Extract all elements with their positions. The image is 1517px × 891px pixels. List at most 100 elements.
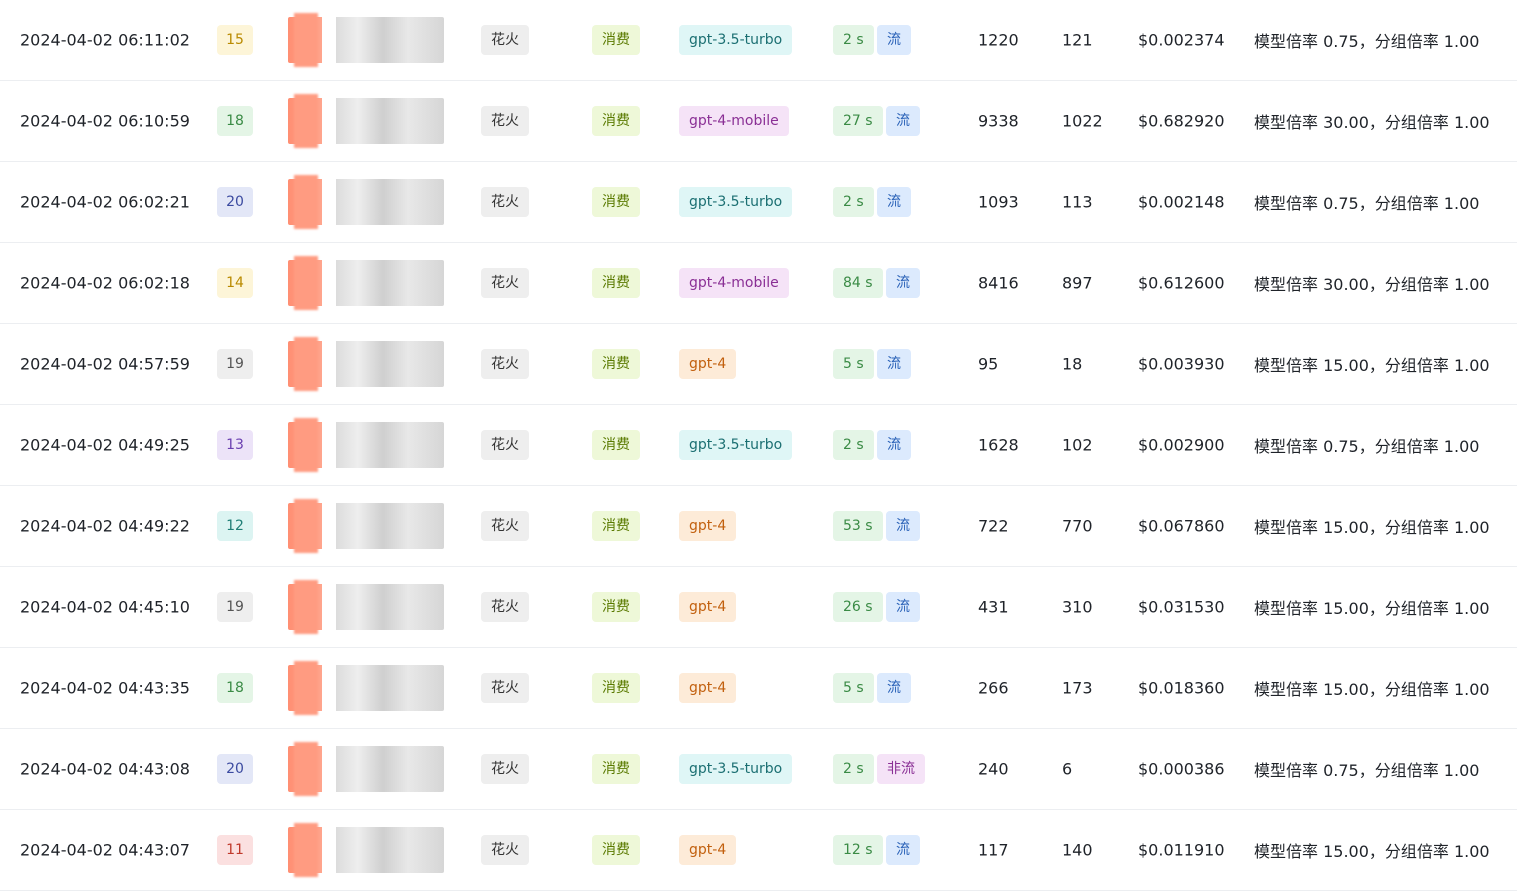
channel-tag: 花火 xyxy=(481,754,529,784)
table-row: 2024-04-02 04:45:10 19 花火 消费 gpt-4 26 s … xyxy=(0,567,1517,648)
user-id-badge: 18 xyxy=(217,673,253,703)
ratio-detail: 模型倍率 30.00，分组倍率 1.00 xyxy=(1254,113,1490,132)
table-row: 2024-04-02 06:02:21 20 花火 消费 gpt-3.5-tur… xyxy=(0,162,1517,243)
ratio-detail: 模型倍率 0.75，分组倍率 1.00 xyxy=(1254,437,1480,456)
log-time: 2024-04-02 04:49:25 xyxy=(20,435,190,455)
prompt-tokens: 117 xyxy=(978,840,1009,860)
duration-tag: 5 s xyxy=(833,349,874,379)
quota-cost: $0.002148 xyxy=(1138,192,1225,212)
completion-tokens: 173 xyxy=(1062,678,1093,698)
completion-tokens: 310 xyxy=(1062,597,1093,617)
log-type-tag: 消费 xyxy=(592,673,640,703)
channel-tag: 花火 xyxy=(481,592,529,622)
channel-tag: 花火 xyxy=(481,187,529,217)
log-time: 2024-04-02 04:43:08 xyxy=(20,759,190,779)
quota-cost: $0.067860 xyxy=(1138,516,1225,536)
user-id-badge: 15 xyxy=(217,25,253,55)
log-type-tag: 消费 xyxy=(592,349,640,379)
log-time: 2024-04-02 06:02:21 xyxy=(20,192,190,212)
duration-tag: 26 s xyxy=(833,592,883,622)
log-time: 2024-04-02 06:10:59 xyxy=(20,111,190,131)
log-time: 2024-04-02 06:11:02 xyxy=(20,30,190,50)
log-table: 2024-04-02 06:11:02 15 花火 消费 gpt-3.5-tur… xyxy=(0,0,1517,891)
table-row: 2024-04-02 04:49:22 12 花火 消费 gpt-4 53 s … xyxy=(0,486,1517,567)
completion-tokens: 18 xyxy=(1062,354,1083,374)
user-id-badge: 12 xyxy=(217,511,253,541)
stream-tag: 流 xyxy=(886,835,920,865)
model-tag: gpt-4 xyxy=(679,835,737,865)
table-row: 2024-04-02 06:02:18 14 花火 消费 gpt-4-mobil… xyxy=(0,243,1517,324)
prompt-tokens: 8416 xyxy=(978,273,1019,293)
model-tag: gpt-4 xyxy=(679,511,737,541)
log-time: 2024-04-02 06:02:18 xyxy=(20,273,190,293)
prompt-tokens: 95 xyxy=(978,354,999,374)
stream-tag: 流 xyxy=(877,673,911,703)
prompt-tokens: 722 xyxy=(978,516,1009,536)
completion-tokens: 121 xyxy=(1062,30,1093,50)
stream-tag: 流 xyxy=(877,187,911,217)
duration-tag: 53 s xyxy=(833,511,883,541)
log-type-tag: 消费 xyxy=(592,754,640,784)
completion-tokens: 102 xyxy=(1062,435,1093,455)
quota-cost: $0.018360 xyxy=(1138,678,1225,698)
redacted-token-name xyxy=(288,17,444,63)
stream-tag: 流 xyxy=(886,592,920,622)
duration-tag: 5 s xyxy=(833,673,874,703)
duration-tag: 12 s xyxy=(833,835,883,865)
quota-cost: $0.682920 xyxy=(1138,111,1225,131)
channel-tag: 花火 xyxy=(481,106,529,136)
ratio-detail: 模型倍率 0.75，分组倍率 1.00 xyxy=(1254,194,1480,213)
log-type-tag: 消费 xyxy=(592,430,640,460)
stream-tag: 非流 xyxy=(877,754,925,784)
log-type-tag: 消费 xyxy=(592,835,640,865)
redacted-token-name xyxy=(288,98,444,144)
log-time: 2024-04-02 04:43:07 xyxy=(20,840,190,860)
model-tag: gpt-4 xyxy=(679,349,737,379)
log-type-tag: 消费 xyxy=(592,106,640,136)
stream-tag: 流 xyxy=(877,430,911,460)
redacted-token-name xyxy=(288,503,444,549)
user-id-badge: 19 xyxy=(217,592,253,622)
ratio-detail: 模型倍率 15.00，分组倍率 1.00 xyxy=(1254,842,1490,861)
table-row: 2024-04-02 04:43:35 18 花火 消费 gpt-4 5 s 流… xyxy=(0,648,1517,729)
prompt-tokens: 1093 xyxy=(978,192,1019,212)
prompt-tokens: 9338 xyxy=(978,111,1019,131)
ratio-detail: 模型倍率 0.75，分组倍率 1.00 xyxy=(1254,761,1480,780)
prompt-tokens: 431 xyxy=(978,597,1009,617)
table-row: 2024-04-02 04:43:07 11 花火 消费 gpt-4 12 s … xyxy=(0,810,1517,891)
redacted-token-name xyxy=(288,584,444,630)
duration-tag: 2 s xyxy=(833,754,874,784)
quota-cost: $0.011910 xyxy=(1138,840,1225,860)
ratio-detail: 模型倍率 15.00，分组倍率 1.00 xyxy=(1254,680,1490,699)
stream-tag: 流 xyxy=(877,25,911,55)
duration-tag: 2 s xyxy=(833,25,874,55)
stream-tag: 流 xyxy=(877,349,911,379)
log-time: 2024-04-02 04:57:59 xyxy=(20,354,190,374)
channel-tag: 花火 xyxy=(481,511,529,541)
quota-cost: $0.000386 xyxy=(1138,759,1225,779)
stream-tag: 流 xyxy=(886,268,920,298)
duration-tag: 84 s xyxy=(833,268,883,298)
quota-cost: $0.002374 xyxy=(1138,30,1225,50)
model-tag: gpt-4 xyxy=(679,592,737,622)
user-id-badge: 19 xyxy=(217,349,253,379)
model-tag: gpt-4-mobile xyxy=(679,106,789,136)
ratio-detail: 模型倍率 30.00，分组倍率 1.00 xyxy=(1254,275,1490,294)
table-row: 2024-04-02 04:43:08 20 花火 消费 gpt-3.5-tur… xyxy=(0,729,1517,810)
user-id-badge: 14 xyxy=(217,268,253,298)
duration-tag: 2 s xyxy=(833,430,874,460)
model-tag: gpt-3.5-turbo xyxy=(679,187,793,217)
model-tag: gpt-4 xyxy=(679,673,737,703)
prompt-tokens: 1628 xyxy=(978,435,1019,455)
channel-tag: 花火 xyxy=(481,430,529,460)
redacted-token-name xyxy=(288,827,444,873)
model-tag: gpt-3.5-turbo xyxy=(679,430,793,460)
user-id-badge: 18 xyxy=(217,106,253,136)
channel-tag: 花火 xyxy=(481,349,529,379)
completion-tokens: 1022 xyxy=(1062,111,1103,131)
user-id-badge: 20 xyxy=(217,754,253,784)
ratio-detail: 模型倍率 15.00，分组倍率 1.00 xyxy=(1254,356,1490,375)
channel-tag: 花火 xyxy=(481,25,529,55)
log-type-tag: 消费 xyxy=(592,592,640,622)
channel-tag: 花火 xyxy=(481,268,529,298)
